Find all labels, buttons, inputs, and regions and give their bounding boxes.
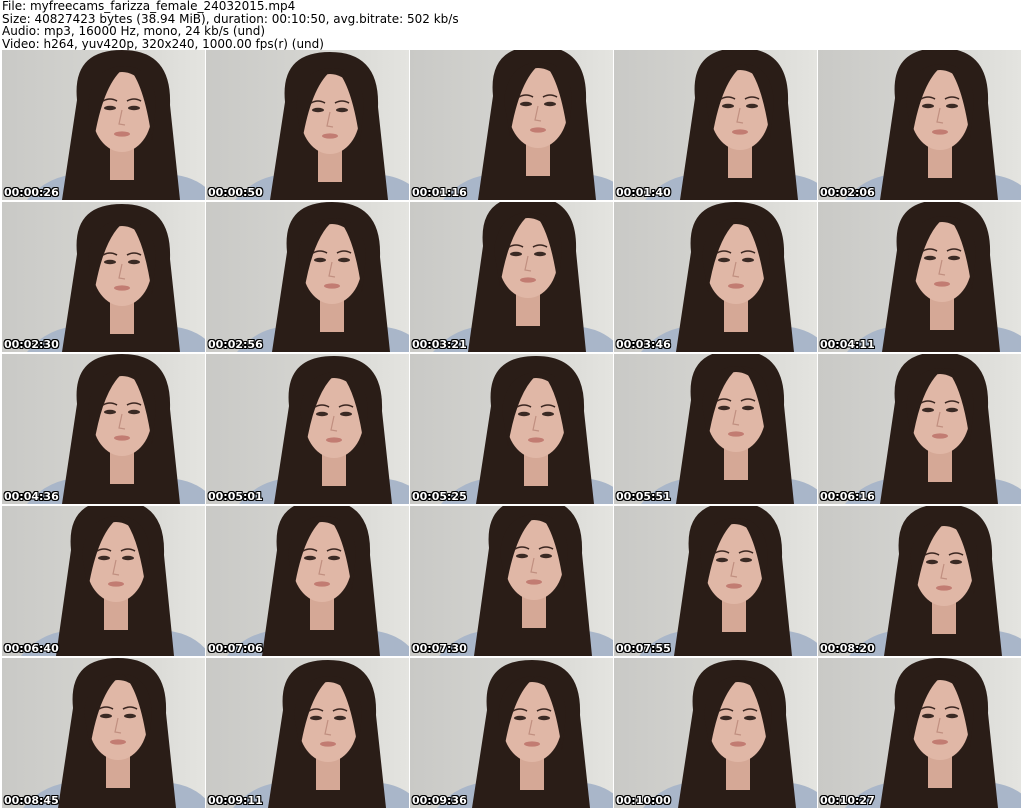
video-thumbnail: 00:00:50 [206, 50, 409, 200]
video-thumbnail: 00:03:21 [410, 202, 613, 352]
thumbnail-timestamp: 00:03:46 [616, 338, 671, 351]
frame-image [818, 354, 1021, 504]
thumbnail-timestamp: 00:07:30 [412, 642, 467, 655]
video-info-line: Video: h264, yuv420p, 320x240, 1000.00 f… [2, 36, 324, 51]
video-thumbnail: 00:05:51 [614, 354, 817, 504]
thumbnail-timestamp: 00:07:06 [208, 642, 263, 655]
video-thumbnail: 00:02:56 [206, 202, 409, 352]
frame-image [410, 50, 613, 200]
video-thumbnail: 00:07:06 [206, 506, 409, 656]
video-thumbnail: 00:07:55 [614, 506, 817, 656]
video-thumbnail: 00:05:25 [410, 354, 613, 504]
video-thumbnail: 00:01:16 [410, 50, 613, 200]
file-name-line: File: myfreecams_farizza_female_24032015… [2, 0, 296, 13]
frame-image [818, 50, 1021, 200]
frame-image [2, 50, 205, 200]
thumbnail-timestamp: 00:09:11 [208, 794, 263, 807]
thumbnail-timestamp: 00:02:56 [208, 338, 263, 351]
video-thumbnail: 00:08:45 [2, 658, 205, 808]
frame-image [2, 202, 205, 352]
thumbnail-timestamp: 00:06:40 [4, 642, 59, 655]
audio-info-line: Audio: mp3, 16000 Hz, mono, 24 kb/s (und… [2, 24, 266, 39]
video-thumbnail: 00:04:36 [2, 354, 205, 504]
frame-image [614, 658, 817, 808]
frame-image [818, 506, 1021, 656]
frame-image [206, 50, 409, 200]
frame-image [410, 202, 613, 352]
video-thumbnail: 00:03:46 [614, 202, 817, 352]
frame-image [818, 658, 1021, 808]
frame-image [206, 658, 409, 808]
thumbnail-timestamp: 00:03:21 [412, 338, 467, 351]
thumbnail-timestamp: 00:00:50 [208, 186, 263, 199]
thumbnail-timestamp: 00:04:11 [820, 338, 875, 351]
video-thumbnail: 00:04:11 [818, 202, 1021, 352]
frame-image [206, 202, 409, 352]
thumbnail-timestamp: 00:08:20 [820, 642, 875, 655]
frame-image [206, 354, 409, 504]
frame-image [206, 506, 409, 656]
thumbnail-timestamp: 00:02:06 [820, 186, 875, 199]
frame-image [614, 506, 817, 656]
frame-image [2, 658, 205, 808]
thumbnail-timestamp: 00:04:36 [4, 490, 59, 503]
video-thumbnail: 00:06:40 [2, 506, 205, 656]
video-thumbnail: 00:02:30 [2, 202, 205, 352]
video-thumbnail: 00:10:27 [818, 658, 1021, 808]
frame-image [818, 202, 1021, 352]
thumbnail-timestamp: 00:05:01 [208, 490, 263, 503]
video-thumbnail: 00:09:36 [410, 658, 613, 808]
thumbnail-timestamp: 00:06:16 [820, 490, 875, 503]
thumbnail-grid: 00:00:26 00:00:50 00:01:16 00:01:40 00:02:06… [0, 50, 1024, 811]
video-thumbnail: 00:05:01 [206, 354, 409, 504]
thumbnail-timestamp: 00:08:45 [4, 794, 59, 807]
video-thumbnail: 00:06:16 [818, 354, 1021, 504]
thumbnail-timestamp: 00:10:27 [820, 794, 875, 807]
frame-image [2, 506, 205, 656]
thumbnail-timestamp: 00:07:55 [616, 642, 671, 655]
thumbnail-timestamp: 00:01:16 [412, 186, 467, 199]
thumbnail-timestamp: 00:02:30 [4, 338, 59, 351]
thumbnail-timestamp: 00:05:25 [412, 490, 467, 503]
frame-image [614, 202, 817, 352]
thumbnail-timestamp: 00:00:26 [4, 186, 59, 199]
frame-image [410, 506, 613, 656]
video-thumbnail: 00:10:00 [614, 658, 817, 808]
video-thumbnail: 00:01:40 [614, 50, 817, 200]
video-thumbnail: 00:07:30 [410, 506, 613, 656]
frame-image [410, 354, 613, 504]
thumbnail-timestamp: 00:10:00 [616, 794, 671, 807]
thumbnail-timestamp: 00:01:40 [616, 186, 671, 199]
video-thumbnail: 00:09:11 [206, 658, 409, 808]
frame-image [614, 354, 817, 504]
thumbnail-timestamp: 00:09:36 [412, 794, 467, 807]
thumbnail-timestamp: 00:05:51 [616, 490, 671, 503]
frame-image [614, 50, 817, 200]
video-thumbnail: 00:08:20 [818, 506, 1021, 656]
video-thumbnail: 00:00:26 [2, 50, 205, 200]
video-thumbnail: 00:02:06 [818, 50, 1021, 200]
frame-image [410, 658, 613, 808]
file-info-header: File: myfreecams_farizza_female_24032015… [2, 0, 1022, 50]
frame-image [2, 354, 205, 504]
